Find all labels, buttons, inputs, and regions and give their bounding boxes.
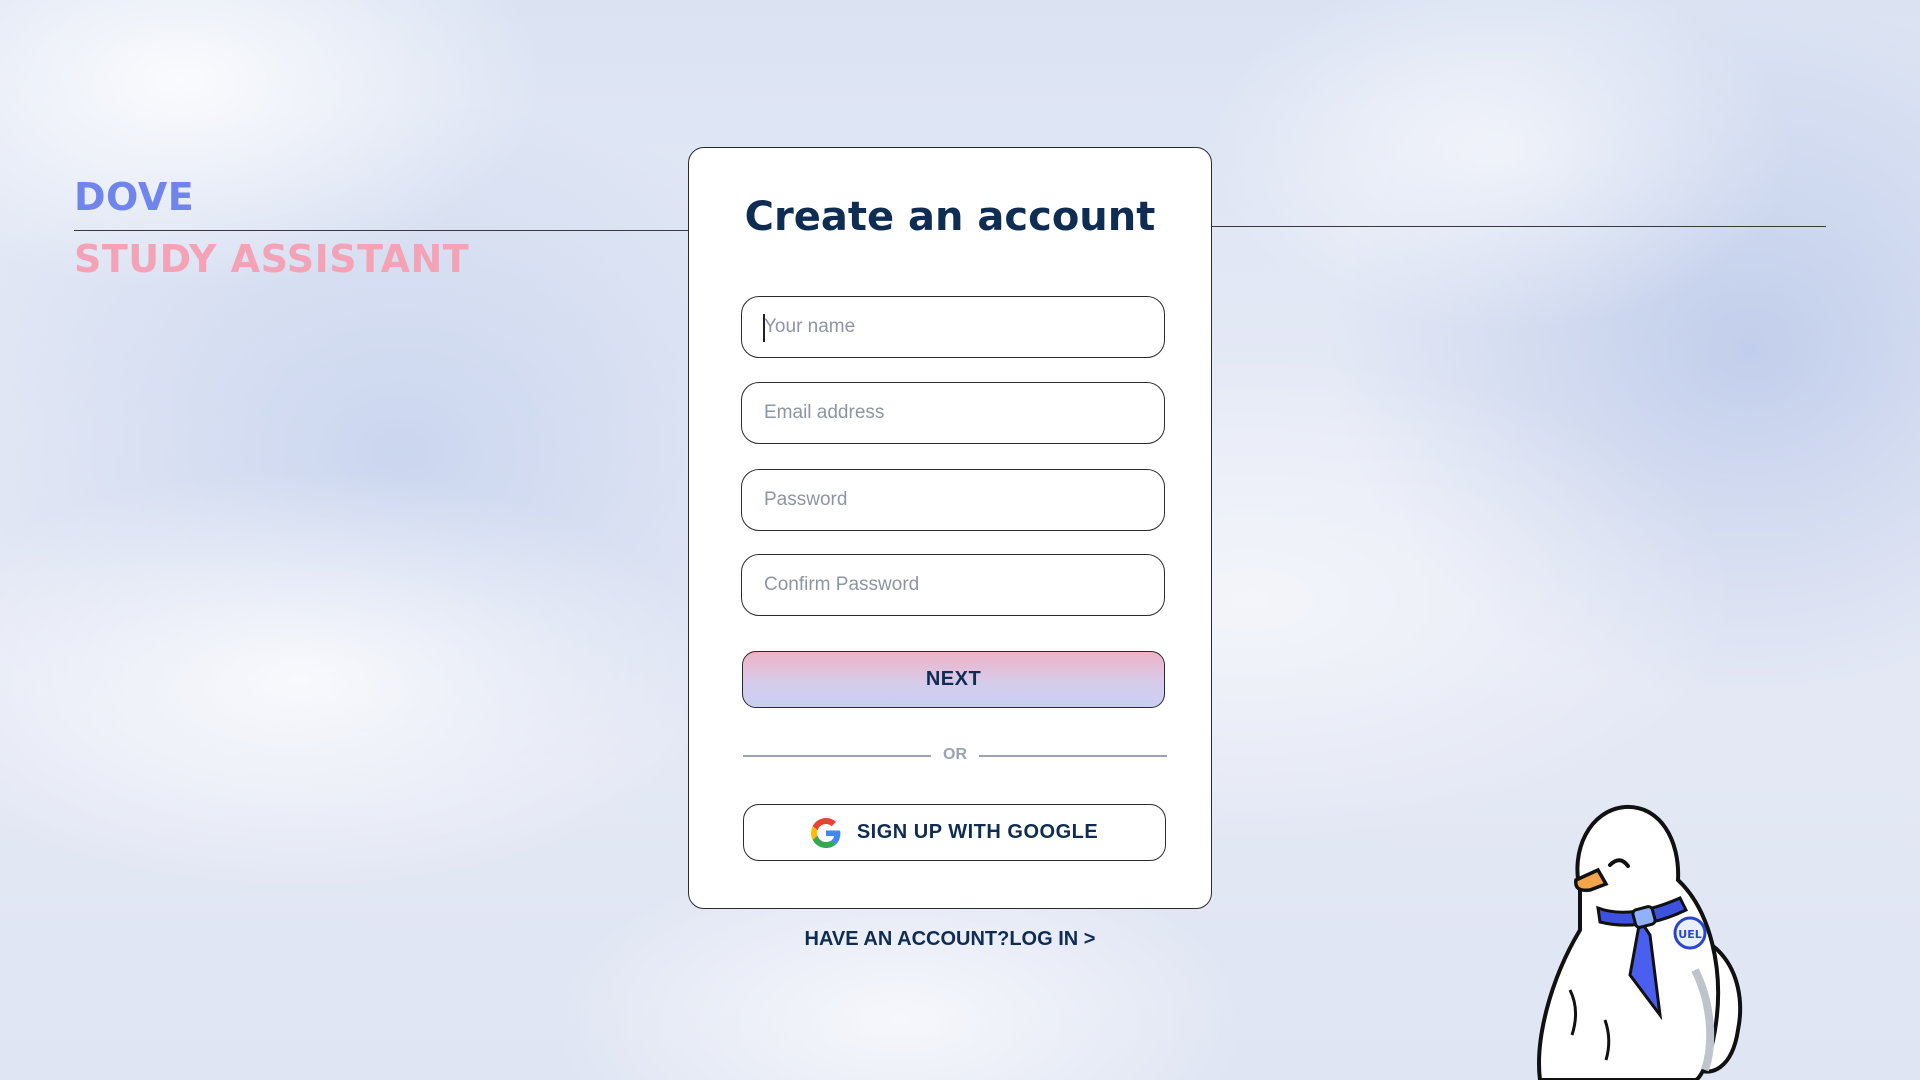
name-input[interactable] (741, 296, 1165, 358)
password-input[interactable] (741, 469, 1165, 531)
brand-name: DOVE (74, 175, 195, 219)
signup-card: Create an account NEXT OR SIGN UP WITH G… (688, 147, 1212, 909)
dove-mascot-icon: UEL (1537, 804, 1743, 1080)
google-signup-button[interactable]: SIGN UP WITH GOOGLE (743, 804, 1166, 861)
or-line-right (979, 755, 1167, 757)
next-button[interactable]: NEXT (742, 651, 1165, 708)
brand-block: DOVE STUDY ASSISTANT (74, 178, 469, 278)
divider-line-right (1212, 226, 1826, 227)
google-button-label: SIGN UP WITH GOOGLE (856, 821, 1099, 843)
page-title: Create an account (744, 194, 1156, 240)
text-cursor (763, 314, 765, 342)
confirm-password-input[interactable] (741, 554, 1165, 616)
or-divider: OR (743, 745, 1167, 765)
divider-line-left (74, 230, 688, 231)
email-input[interactable] (741, 382, 1165, 444)
google-icon (810, 817, 841, 848)
brand-subtitle: STUDY ASSISTANT (74, 237, 470, 281)
mascot-badge-text: UEL (1678, 928, 1701, 941)
login-link[interactable]: HAVE AN ACCOUNT?LOG IN > (688, 928, 1212, 951)
